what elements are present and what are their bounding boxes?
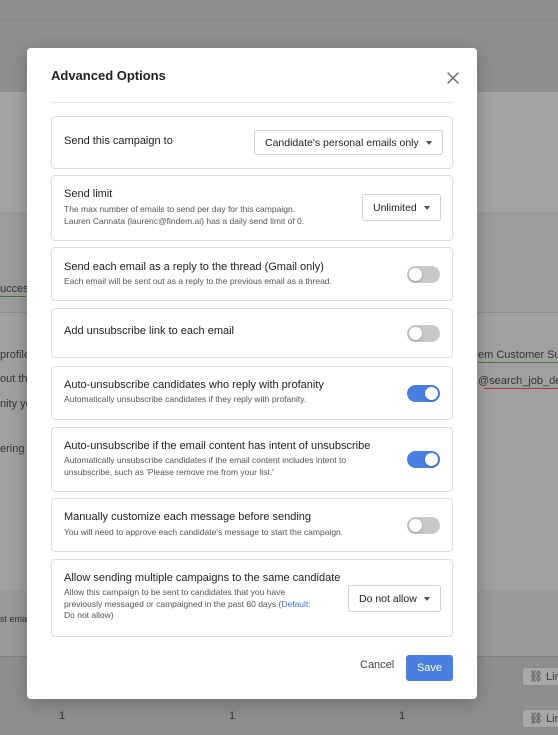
option-auto-unsubscribe-profanity: Auto-unsubscribe candidates who reply wi… xyxy=(51,366,453,420)
option-title: Manually customize each message before s… xyxy=(64,511,312,523)
toggle-knob xyxy=(409,268,422,281)
background-link-button: ⛓ Lin xyxy=(522,667,558,686)
default-link: Default: xyxy=(281,598,311,609)
option-description: Allow this campaign to be sent to candid… xyxy=(64,587,311,620)
send-limit-select[interactable]: Unlimited xyxy=(362,194,441,221)
background-text: ucces xyxy=(0,283,29,295)
option-reply-thread: Send each email as a reply to the thread… xyxy=(51,247,453,301)
background-number: 1 xyxy=(399,710,406,722)
background-text: @search_job_de xyxy=(478,375,558,387)
option-send-limit: Send limit The max number of emails to s… xyxy=(51,175,453,241)
background-number: 1 xyxy=(59,710,66,722)
option-title: Send this campaign to xyxy=(64,135,173,147)
background-underline xyxy=(478,362,558,363)
multiple-campaigns-select[interactable]: Do not allow xyxy=(348,585,441,612)
title-divider xyxy=(51,102,453,103)
save-button[interactable]: Save xyxy=(406,655,453,681)
option-description: Automatically unsubscribe candidates if … xyxy=(64,394,307,404)
select-value: Unlimited xyxy=(373,201,417,214)
background-text: st ema xyxy=(0,614,28,624)
background-link-button: ⛓ Lin xyxy=(522,709,558,728)
send-to-select[interactable]: Candidate's personal emails only xyxy=(254,130,443,155)
toggle-knob xyxy=(409,519,422,532)
option-description: Automatically unsubscribe candidates if … xyxy=(64,455,347,477)
background-underline xyxy=(484,388,558,389)
option-title: Send limit xyxy=(64,188,113,200)
background-text: em Customer Suc xyxy=(478,349,558,361)
reply-thread-toggle[interactable] xyxy=(407,266,440,283)
option-auto-unsubscribe-intent: Auto-unsubscribe if the email content ha… xyxy=(51,427,453,492)
background-underline xyxy=(0,296,26,297)
option-title: Allow sending multiple campaigns to the … xyxy=(64,572,341,584)
advanced-options-modal: Advanced Options Send this campaign to C… xyxy=(27,48,477,699)
select-value: Do not allow xyxy=(359,592,417,605)
toggle-knob xyxy=(425,387,438,400)
option-title: Auto-unsubscribe if the email content ha… xyxy=(64,440,371,452)
select-value: Candidate's personal emails only xyxy=(265,136,419,149)
option-description: You will need to approve each candidate'… xyxy=(64,527,344,537)
modal-title: Advanced Options xyxy=(51,68,166,83)
cancel-button[interactable]: Cancel xyxy=(360,659,394,671)
manual-customize-toggle[interactable] xyxy=(407,517,440,534)
toggle-knob xyxy=(409,327,422,340)
option-send-to: Send this campaign to Candidate's person… xyxy=(51,116,453,169)
background-text: profile xyxy=(0,349,30,361)
toggle-knob xyxy=(425,453,438,466)
option-multiple-campaigns: Allow sending multiple campaigns to the … xyxy=(51,559,453,637)
auto-unsubscribe-profanity-toggle[interactable] xyxy=(407,385,440,402)
caret-down-icon xyxy=(423,205,430,210)
option-unsubscribe-link: Add unsubscribe link to each email xyxy=(51,308,453,358)
unsubscribe-link-toggle[interactable] xyxy=(407,325,440,342)
caret-down-icon xyxy=(423,596,430,601)
auto-unsubscribe-intent-toggle[interactable] xyxy=(407,451,440,468)
background-text: out th xyxy=(0,373,28,385)
caret-down-icon xyxy=(425,140,432,145)
background-number: 1 xyxy=(229,710,236,722)
option-description: The max number of emails to send per day… xyxy=(64,204,305,226)
option-description: Each email will be sent out as a reply t… xyxy=(64,276,332,286)
background-topbar xyxy=(0,0,558,20)
option-title: Auto-unsubscribe candidates who reply wi… xyxy=(64,379,324,391)
option-title: Send each email as a reply to the thread… xyxy=(64,261,324,273)
option-manual-customize: Manually customize each message before s… xyxy=(51,498,453,552)
option-title: Add unsubscribe link to each email xyxy=(64,325,234,337)
close-icon[interactable] xyxy=(445,70,461,86)
